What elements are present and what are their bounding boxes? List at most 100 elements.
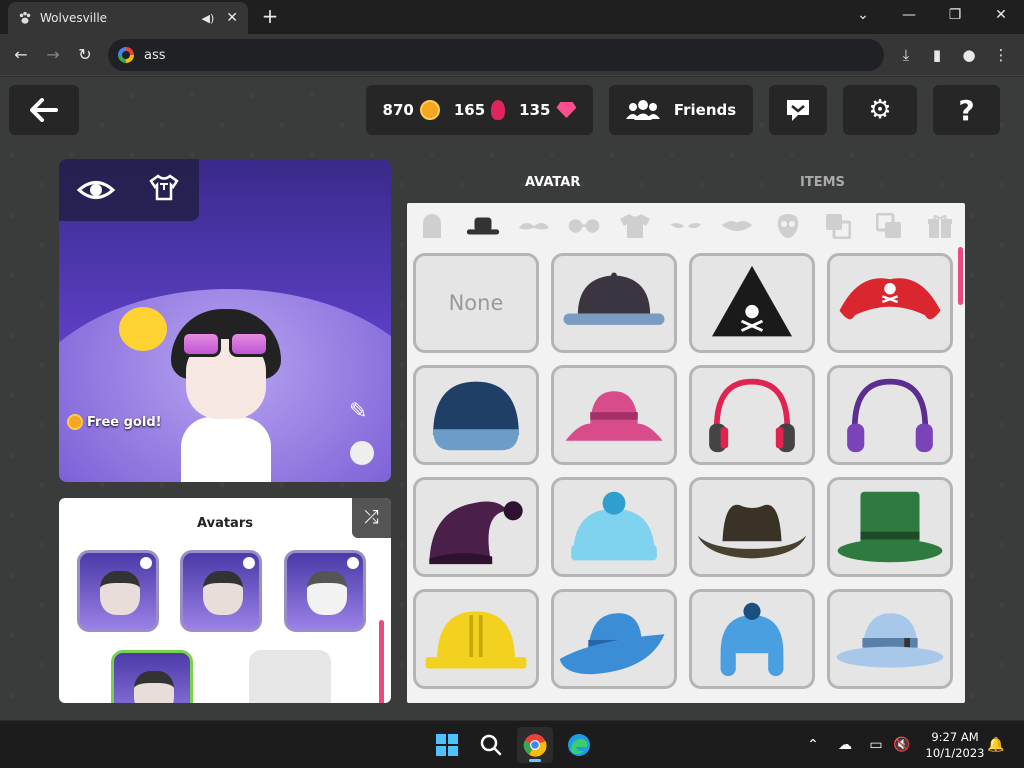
wardrobe-panel: None — [407, 203, 965, 703]
item-snapback-cap[interactable] — [551, 253, 677, 353]
avatars-scrollbar[interactable] — [379, 620, 384, 703]
back-layer-icon[interactable] — [821, 213, 855, 239]
restore-button[interactable]: ❐ — [932, 0, 978, 30]
item-blue-fedora[interactable] — [551, 589, 677, 689]
item-navy-cap[interactable] — [413, 365, 539, 465]
tab-avatar[interactable]: AVATAR — [525, 175, 580, 190]
close-tab-icon[interactable]: ✕ — [226, 10, 238, 26]
purple-nightcap-icon — [429, 501, 523, 565]
back-button[interactable] — [9, 85, 79, 135]
item-blue-beanie[interactable] — [551, 477, 677, 577]
mustache-icon[interactable] — [517, 213, 551, 239]
item-hard-hat[interactable] — [413, 589, 539, 689]
avatar-slot-empty[interactable] — [249, 650, 331, 703]
side-panel-icon[interactable]: ▮ — [924, 42, 950, 68]
color-dot[interactable] — [350, 441, 374, 465]
tab-items[interactable]: ITEMS — [800, 175, 845, 190]
game-area: 870 165 135 Friends ⚙ ? Free gold! ✎ Ava… — [0, 77, 1024, 720]
shuffle-icon: ⤮ — [364, 507, 379, 528]
blue-beanie-icon — [571, 491, 657, 561]
onedrive-icon[interactable]: ☁ — [835, 735, 855, 755]
avatar-slot-3[interactable] — [284, 550, 366, 632]
gem-icon — [556, 102, 577, 118]
chrome-taskbar-button[interactable] — [517, 727, 553, 763]
new-tab-button[interactable]: + — [258, 4, 282, 28]
avatars-title: Avatars — [197, 516, 253, 531]
menu-icon[interactable]: ⋮ — [988, 42, 1014, 68]
item-light-blue-fedora[interactable] — [827, 589, 953, 689]
friends-button[interactable]: Friends — [609, 85, 753, 135]
rose-icon — [491, 100, 506, 120]
front-layer-icon[interactable] — [872, 213, 906, 239]
avatar-slot-4-selected[interactable] — [111, 650, 193, 703]
item-blue-trapper-hat[interactable] — [689, 589, 815, 689]
chevron-up-icon[interactable]: ⌃ — [803, 735, 823, 755]
close-window-button[interactable]: ✕ — [978, 0, 1024, 30]
chat-icon — [787, 100, 809, 121]
forward-icon[interactable]: → — [40, 42, 66, 68]
shuffle-button[interactable]: ⤮ — [352, 498, 391, 538]
arrow-left-icon — [30, 98, 58, 122]
item-red-headphones[interactable] — [689, 365, 815, 465]
minimize-button[interactable]: — — [886, 0, 932, 30]
avatar-slot-1[interactable] — [77, 550, 159, 632]
download-icon[interactable]: ⤓ — [893, 42, 919, 68]
gold-amount: 870 — [382, 101, 414, 119]
browser-tab[interactable]: Wolvesville ◀) ✕ — [8, 2, 248, 34]
gift-icon[interactable] — [923, 213, 957, 239]
item-green-top-hat[interactable] — [827, 477, 953, 577]
windows-taskbar: ⌃ ☁ ▭ 🔇 9:27 AM 10/1/2023 🔔 — [0, 720, 1024, 768]
item-purple-headphones[interactable] — [827, 365, 953, 465]
notification-bell-icon[interactable]: 🔔 — [986, 735, 1006, 755]
snapback-cap-icon — [563, 272, 665, 325]
clock-time: 9:27 AM — [931, 730, 979, 744]
pink-bucket-hat-icon — [565, 391, 663, 441]
browser-toolbar: ← → ↻ ass ⤓ ▮ ● ⋮ — [0, 34, 1024, 76]
light-blue-fedora-icon — [836, 613, 944, 668]
network-icon[interactable]: ▭ — [866, 735, 886, 755]
volume-muted-icon[interactable]: 🔇 — [892, 735, 912, 755]
reload-icon[interactable]: ↻ — [72, 42, 98, 68]
mask-icon[interactable] — [771, 213, 805, 239]
pencil-icon[interactable]: ✎ — [349, 399, 367, 424]
wardrobe-scrollbar[interactable] — [958, 247, 963, 305]
settings-button[interactable]: ⚙ — [843, 85, 917, 135]
eye-icon[interactable] — [76, 173, 116, 207]
help-button[interactable]: ? — [933, 85, 1000, 135]
shirt-outline-icon[interactable] — [147, 173, 181, 207]
paw-icon — [19, 11, 31, 24]
eyes-icon[interactable] — [669, 213, 703, 239]
item-none[interactable]: None — [413, 253, 539, 353]
speaker-icon[interactable]: ◀) — [202, 12, 215, 25]
avatar-slot-2[interactable] — [180, 550, 262, 632]
edge-taskbar-button[interactable] — [561, 727, 597, 763]
back-icon[interactable]: ← — [8, 42, 34, 68]
item-pink-bucket-hat[interactable] — [551, 365, 677, 465]
glasses-icon[interactable] — [567, 213, 601, 239]
item-purple-nightcap[interactable] — [413, 477, 539, 577]
chrome-icon — [523, 734, 547, 757]
hard-hat-icon — [425, 611, 527, 669]
address-bar[interactable]: ass — [108, 39, 884, 71]
navy-cap-icon — [433, 381, 519, 451]
taskbar-clock[interactable]: 9:27 AM 10/1/2023 — [920, 729, 990, 761]
shirt-icon[interactable] — [618, 213, 652, 239]
free-gold-button[interactable]: Free gold! — [67, 414, 162, 430]
avatar-figure — [171, 309, 281, 482]
item-pirate-hat[interactable] — [827, 253, 953, 353]
item-cowboy-hat[interactable] — [689, 477, 815, 577]
profile-icon[interactable]: ● — [956, 42, 982, 68]
tab-search-icon[interactable]: ⌄ — [840, 0, 886, 30]
item-witch-hat-skull[interactable] — [689, 253, 815, 353]
duck-icon — [119, 307, 167, 351]
chat-button[interactable] — [769, 85, 827, 135]
gravestone-icon[interactable] — [415, 213, 449, 239]
hat-icon[interactable] — [466, 213, 500, 239]
category-row — [407, 203, 965, 247]
search-button[interactable] — [473, 727, 509, 763]
free-gold-label: Free gold! — [87, 414, 162, 430]
avatars-panel: Avatars ⤮ — [59, 498, 391, 703]
start-button[interactable] — [429, 727, 465, 763]
cowboy-hat-icon — [697, 504, 807, 559]
mouth-icon[interactable] — [720, 213, 754, 239]
